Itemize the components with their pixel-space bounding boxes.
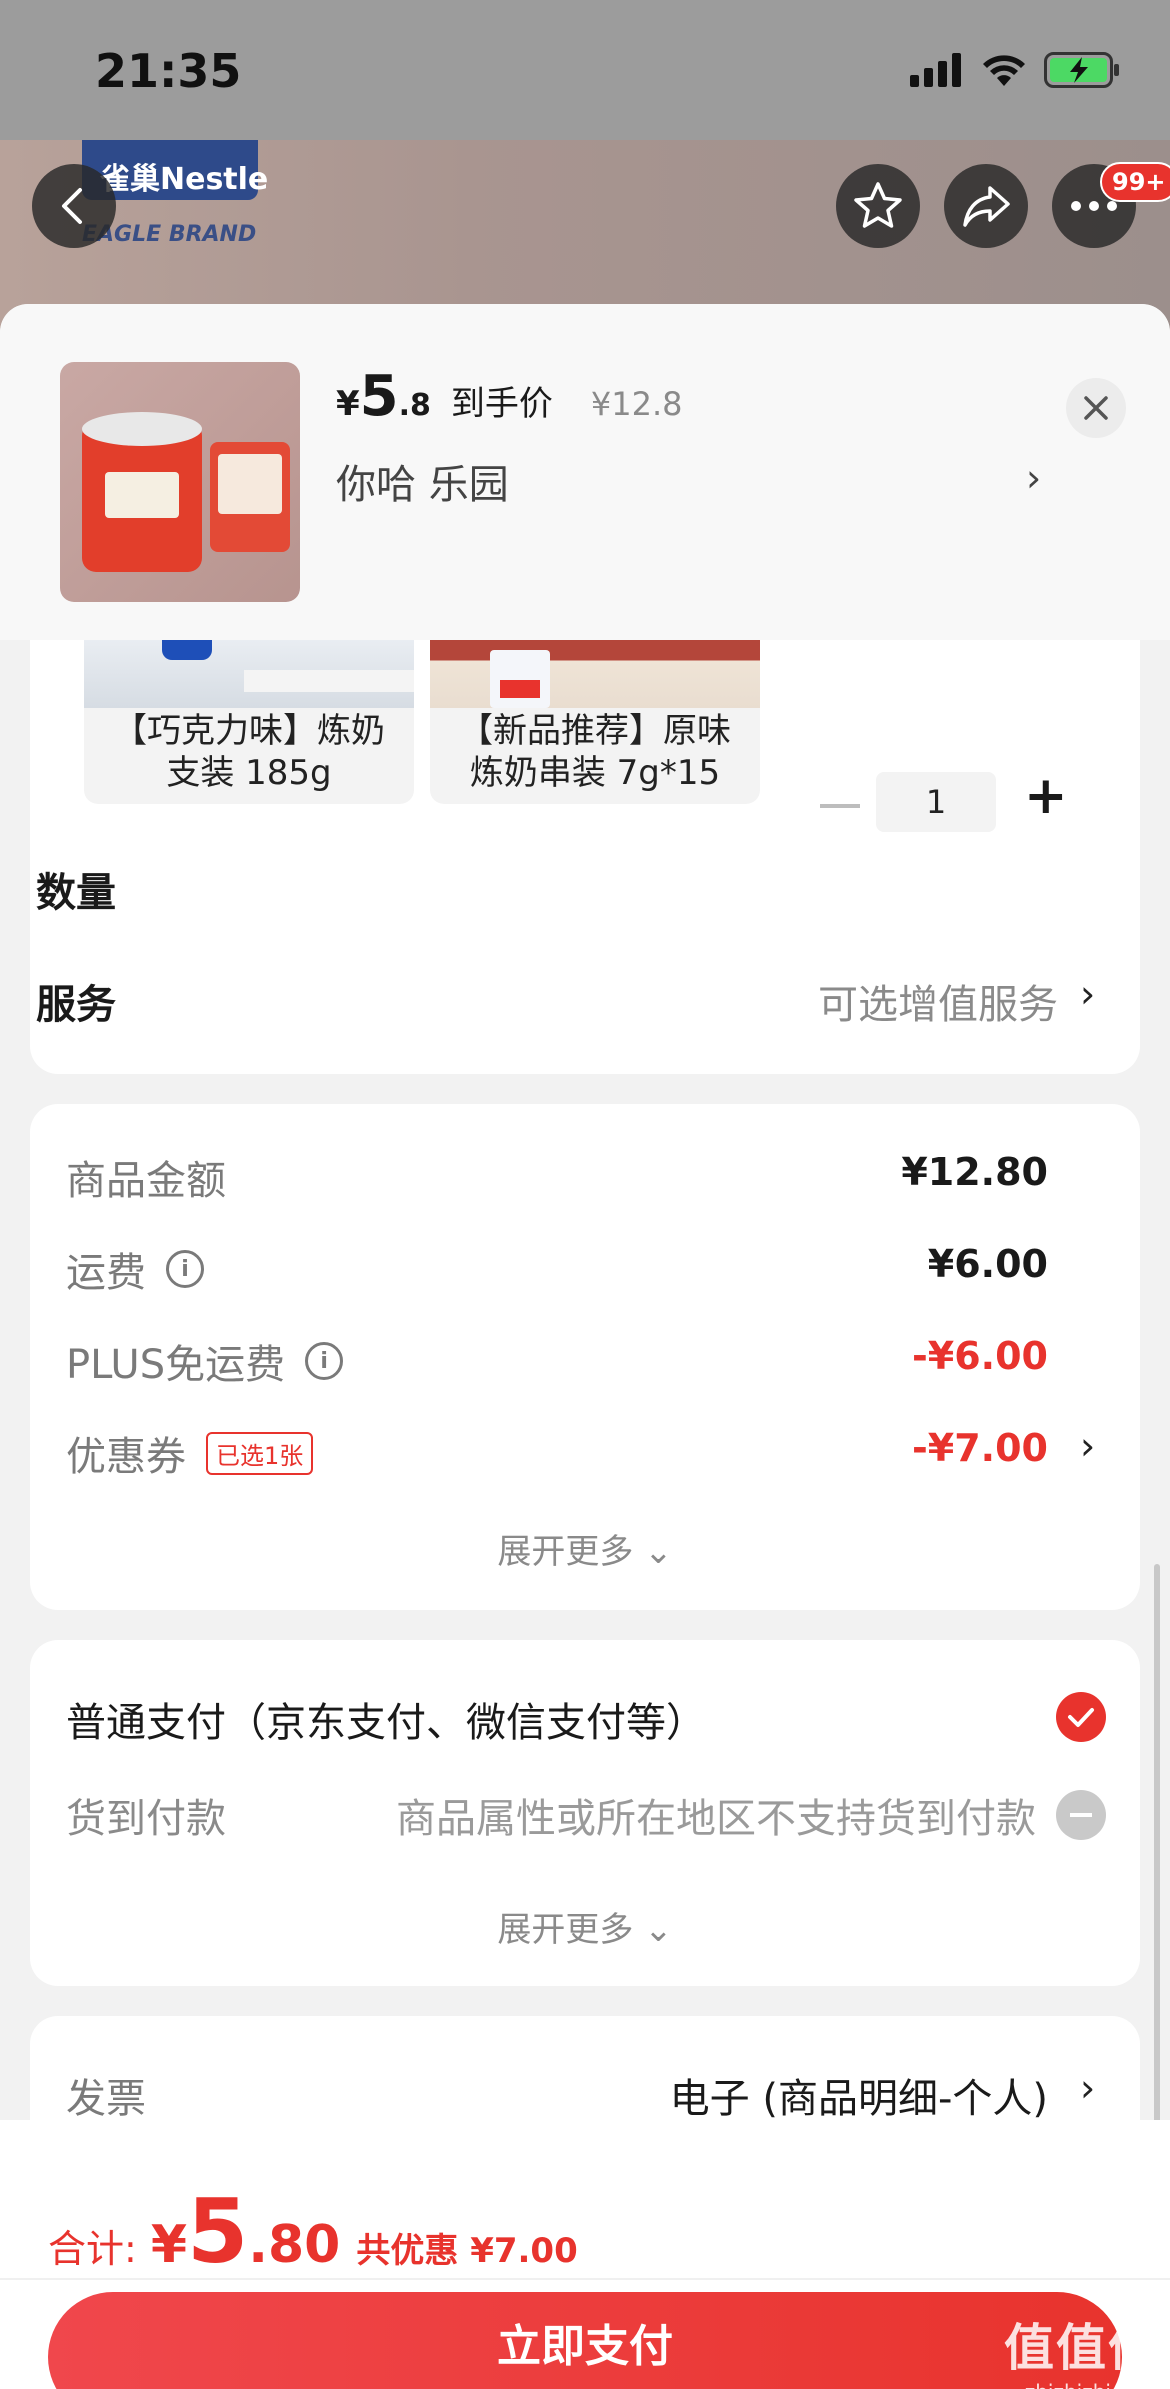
goods-amount-value: ¥12.80	[901, 1150, 1048, 1194]
shipping-text: 运费	[66, 1250, 146, 1296]
coupon-selected-badge: 已选1张	[206, 1431, 314, 1475]
quantity-increment-button[interactable]: +	[1024, 766, 1068, 826]
cod-option-label: 货到付款	[66, 1796, 226, 1842]
watermark-logo: 值值值	[1004, 2319, 1160, 2377]
total-integer: 5	[187, 2180, 249, 2283]
signal-icon	[910, 53, 961, 87]
price-breakdown-card: 商品金额 ¥12.80 运费 i ¥6.00 PLUS免运费 i -¥6.00 …	[30, 1104, 1140, 1610]
invoice-label: 发票	[66, 2076, 146, 2122]
product-summary-header: ¥ 5 .8 到手价 ¥12.8 你哈 乐园 ›	[0, 304, 1170, 640]
payment-selected-check[interactable]	[1056, 1692, 1106, 1742]
goods-amount-label: 商品金额	[66, 1148, 226, 1206]
variant-option[interactable]: 【新品推荐】原味 炼奶串装 7g*15	[430, 640, 760, 804]
info-icon[interactable]: i	[166, 1250, 204, 1288]
status-time: 21:35	[95, 44, 242, 98]
variant-label-line2: 炼奶串装 7g*15	[469, 753, 721, 793]
expand-more-button[interactable]: 展开更多 ⌄	[30, 1902, 1140, 1951]
variant-option[interactable]: 【巧克力味】炼奶 支装 185g	[84, 640, 414, 804]
plus-free-shipping-text: PLUS免运费	[66, 1342, 286, 1388]
chevron-right-icon[interactable]: ›	[1026, 456, 1041, 500]
back-button[interactable]	[32, 164, 116, 248]
quantity-decrement-button[interactable]	[820, 804, 860, 808]
notification-badge: 99+	[1100, 162, 1170, 202]
quantity-label: 数量	[36, 870, 116, 916]
info-icon[interactable]: i	[305, 1342, 344, 1380]
selected-spec[interactable]: 你哈 乐园	[336, 452, 509, 510]
watermark: 值值值 zhizhizhi.com	[1004, 2308, 1160, 2389]
variant-image	[84, 640, 414, 708]
thumbnail-can-lid	[82, 412, 202, 446]
coupon-value[interactable]: -¥7.00	[912, 1426, 1048, 1470]
variant-label-line1: 【巧克力味】炼奶	[113, 711, 385, 751]
variant-image	[430, 640, 760, 708]
shipping-label: 运费 i	[66, 1240, 204, 1298]
plus-free-shipping-label: PLUS免运费 i	[66, 1332, 344, 1390]
variant-product-tip	[162, 640, 212, 660]
brand-logo-text: 雀巢Nestle	[100, 162, 269, 197]
chevron-right-icon[interactable]: ›	[1080, 2066, 1095, 2110]
checkmark-icon	[1068, 1708, 1094, 1727]
divider	[0, 2278, 1170, 2280]
close-button[interactable]	[1066, 378, 1126, 438]
pay-now-button[interactable]: 立即支付	[48, 2292, 1122, 2389]
cod-unavailable-note: 商品属性或所在地区不支持货到付款	[396, 1796, 1036, 1842]
service-value[interactable]: 可选增值服务	[818, 972, 1058, 1030]
share-arrow-icon	[963, 186, 1010, 227]
wifi-icon	[983, 55, 1025, 86]
star-icon	[854, 182, 902, 228]
coupon-label[interactable]: 优惠券 已选1张	[66, 1424, 314, 1482]
watermark-url: zhizhizhi.com	[1004, 2380, 1160, 2389]
service-label: 服务	[36, 982, 116, 1028]
checkout-sheet: ¥ 5 .8 到手价 ¥12.8 你哈 乐园 › 【巧克力味】炼奶 支装 185…	[0, 304, 1170, 2389]
total-label: 合计:	[48, 2227, 137, 2271]
status-bar: 21:35	[0, 0, 1170, 140]
final-price: ¥ 5 .8 到手价 ¥12.8	[336, 364, 683, 429]
battery-charging-icon	[1044, 52, 1119, 88]
variant-shelf	[244, 670, 414, 692]
close-icon	[1084, 396, 1108, 420]
variant-label: 【巧克力味】炼奶 支装 185g	[84, 710, 414, 794]
thumbnail-can-label	[105, 472, 179, 518]
chevron-right-icon[interactable]: ›	[1080, 972, 1095, 1016]
product-thumbnail	[60, 362, 300, 602]
price-tag-label: 到手价	[450, 384, 553, 424]
goods-amount-text: 商品金额	[66, 1158, 226, 1204]
variant-pack	[490, 650, 550, 708]
thumbnail-promo-card-inner	[218, 454, 282, 514]
variant-label: 【新品推荐】原味 炼奶串装 7g*15	[430, 710, 760, 794]
total-decimal: .80	[248, 2215, 341, 2275]
favorite-button[interactable]	[836, 164, 920, 248]
invoice-value[interactable]: 电子 (商品明细-个人)	[670, 2066, 1048, 2124]
coupon-text: 优惠券	[66, 1434, 186, 1480]
variant-label-line2: 支装 185g	[166, 753, 332, 793]
order-total: 合计: ¥ 5 .80 共优惠 ¥7.00	[48, 2180, 578, 2283]
more-dots-icon	[1071, 201, 1117, 211]
cod-disabled-icon	[1056, 1790, 1106, 1840]
quantity-input[interactable]: 1	[876, 772, 996, 832]
price-integer: 5	[359, 364, 399, 429]
payment-method-card: 普通支付（京东支付、微信支付等） 货到付款 商品属性或所在地区不支持货到付款 展…	[30, 1640, 1140, 1986]
price-decimal: .8	[398, 388, 431, 423]
status-icons	[910, 52, 1120, 88]
share-button[interactable]	[944, 164, 1028, 248]
variant-label-line1: 【新品推荐】原味	[459, 711, 731, 751]
original-price: ¥12.8	[590, 385, 683, 423]
checkout-bottom-bar: 合计: ¥ 5 .80 共优惠 ¥7.00 立即支付 值值值 zhizhizhi…	[0, 2120, 1170, 2389]
price-currency: ¥	[336, 384, 360, 424]
plus-free-shipping-value: -¥6.00	[912, 1334, 1048, 1378]
scrollbar[interactable]	[1154, 1564, 1160, 2204]
chevron-left-icon	[62, 188, 82, 224]
normal-payment-option[interactable]: 普通支付（京东支付、微信支付等）	[66, 1690, 706, 1748]
expand-more-button[interactable]: 展开更多 ⌄	[30, 1524, 1140, 1573]
chevron-right-icon[interactable]: ›	[1080, 1424, 1095, 1468]
total-currency: ¥	[150, 2215, 187, 2275]
variant-pack-stripe	[500, 680, 540, 698]
total-savings: 共优惠 ¥7.00	[356, 2231, 578, 2271]
shipping-value: ¥6.00	[927, 1242, 1048, 1286]
